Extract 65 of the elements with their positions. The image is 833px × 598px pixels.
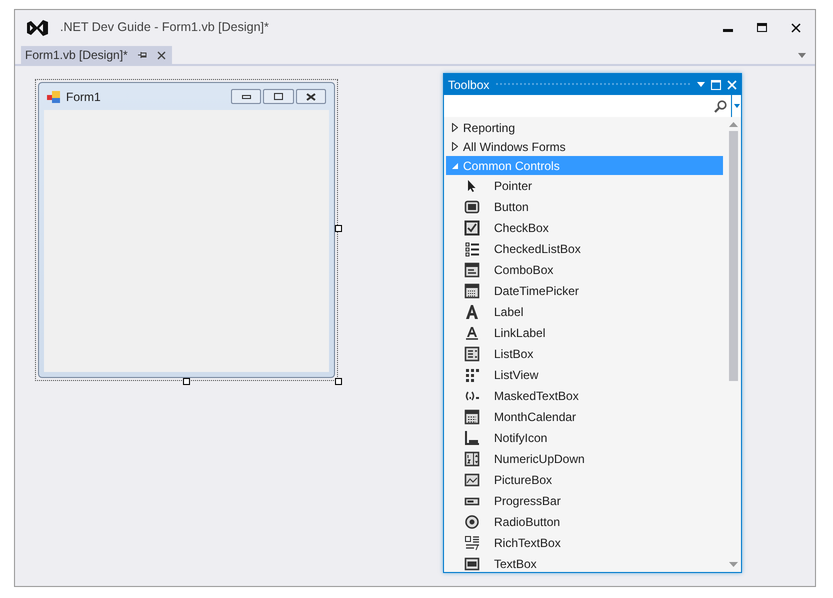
close-icon	[306, 92, 316, 100]
calendar-icon	[464, 282, 480, 298]
month-calendar-icon	[464, 408, 480, 424]
form-title: Form1	[66, 88, 101, 106]
ab-button-icon	[464, 198, 480, 214]
toolbox-item[interactable]: ListView	[446, 364, 723, 385]
scrollbar-thumb[interactable]	[728, 131, 738, 381]
resize-handle[interactable]	[183, 378, 190, 385]
caret-icon[interactable]	[734, 104, 740, 108]
collapsed-icon[interactable]	[452, 142, 458, 151]
window-title: .NET Dev Guide - Form1.vb [Design]*	[60, 19, 269, 36]
numeric-updown-icon	[464, 450, 480, 466]
toolbox-item[interactable]: ComboBox	[446, 259, 723, 280]
document-tab[interactable]: Form1.vb [Design]*	[21, 46, 172, 64]
list-box-icon	[464, 346, 480, 362]
toolbox-item[interactable]: TextBox	[446, 553, 723, 572]
toolbox-item[interactable]: RadioButton	[446, 511, 723, 532]
toolbox-item[interactable]: PictureBox	[446, 469, 723, 490]
text-box-icon	[464, 556, 480, 572]
close-icon[interactable]	[156, 50, 166, 60]
tab-label: Form1.vb [Design]*	[25, 47, 128, 64]
toolbox-item[interactable]: RichTextBox	[446, 532, 723, 553]
search-field[interactable]	[444, 95, 732, 117]
tray-icon	[464, 430, 480, 446]
radio-icon	[464, 514, 480, 530]
search-icon	[714, 100, 727, 112]
logo-icon	[27, 18, 48, 38]
pin-icon[interactable]	[138, 51, 147, 59]
toolbox-item[interactable]: CheckedListBox	[446, 238, 723, 259]
toolbox-item[interactable]: MaskedTextBox	[446, 385, 723, 406]
toolbox-group[interactable]: Reporting	[446, 118, 723, 137]
toolbox-item[interactable]: NumericUpDown	[446, 448, 723, 469]
checkbox-icon	[464, 220, 480, 236]
toolbox-title: Toolbox	[448, 76, 490, 94]
rich-text-icon	[464, 534, 480, 550]
letter-icon	[464, 304, 480, 320]
tab-dropdown-icon[interactable]	[798, 53, 806, 58]
scroll-up-icon[interactable]	[728, 122, 738, 127]
toolbox-item[interactable]: DateTimePicker	[446, 280, 723, 301]
scroll-down-icon[interactable]	[728, 562, 738, 567]
collapsed-icon[interactable]	[452, 123, 458, 132]
resize-handle[interactable]	[335, 378, 342, 385]
resize-handle[interactable]	[335, 225, 342, 232]
toolbox-item[interactable]: NotifyIcon	[446, 427, 723, 448]
combo-box-icon	[464, 262, 480, 278]
toolbox-item[interactable]: ProgressBar	[446, 490, 723, 511]
close-button[interactable]	[789, 20, 803, 34]
form-icon	[47, 90, 60, 102]
toolbox-item[interactable]: Label	[446, 301, 723, 322]
toolbox-group[interactable]: All Windows Forms	[446, 137, 723, 156]
toolbox-item[interactable]: Pointer	[446, 175, 723, 196]
maximize-button[interactable]	[755, 20, 769, 34]
toolbox-item[interactable]: CheckBox	[446, 217, 723, 238]
search-options-button[interactable]	[732, 95, 741, 117]
toolbox-item[interactable]: MonthCalendar	[446, 406, 723, 427]
underlined-letter-icon	[464, 324, 480, 340]
toolbox-item[interactable]: LinkLabel	[446, 322, 723, 343]
expanded-icon[interactable]	[452, 162, 458, 168]
dropdown-icon[interactable]	[697, 82, 705, 87]
image-icon	[464, 472, 480, 488]
maximize-icon[interactable]	[711, 80, 721, 90]
grid-dots-icon	[464, 366, 480, 382]
toolbox-item[interactable]: ListBox	[446, 343, 723, 364]
toolbox-item[interactable]: Button	[446, 196, 723, 217]
checked-list-icon	[464, 240, 480, 256]
